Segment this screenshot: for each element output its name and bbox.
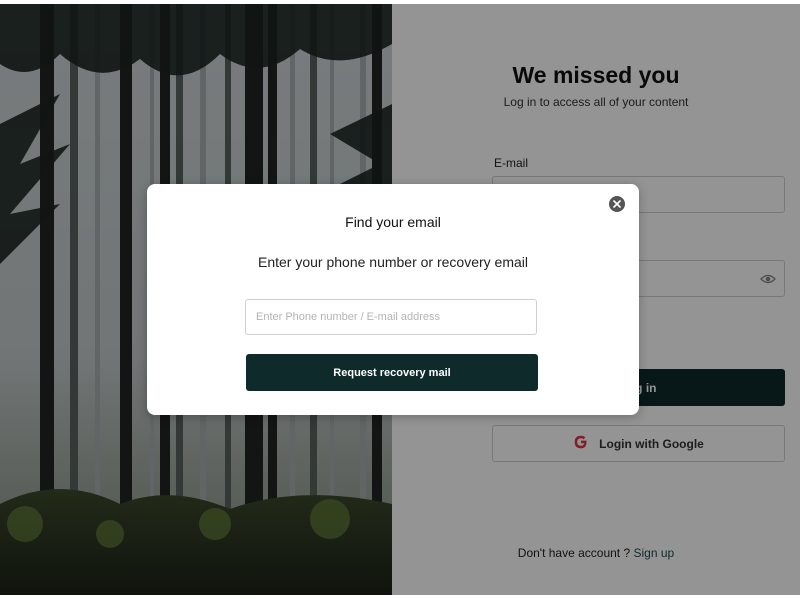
close-icon [613,195,621,213]
find-email-modal: Find your email Enter your phone number … [147,184,639,415]
modal-subtitle: Enter your phone number or recovery emai… [257,254,529,270]
request-recovery-button[interactable]: Request recovery mail [246,354,538,391]
modal-title: Find your email [345,214,441,230]
recovery-input[interactable] [245,299,537,335]
close-button[interactable] [609,196,625,212]
